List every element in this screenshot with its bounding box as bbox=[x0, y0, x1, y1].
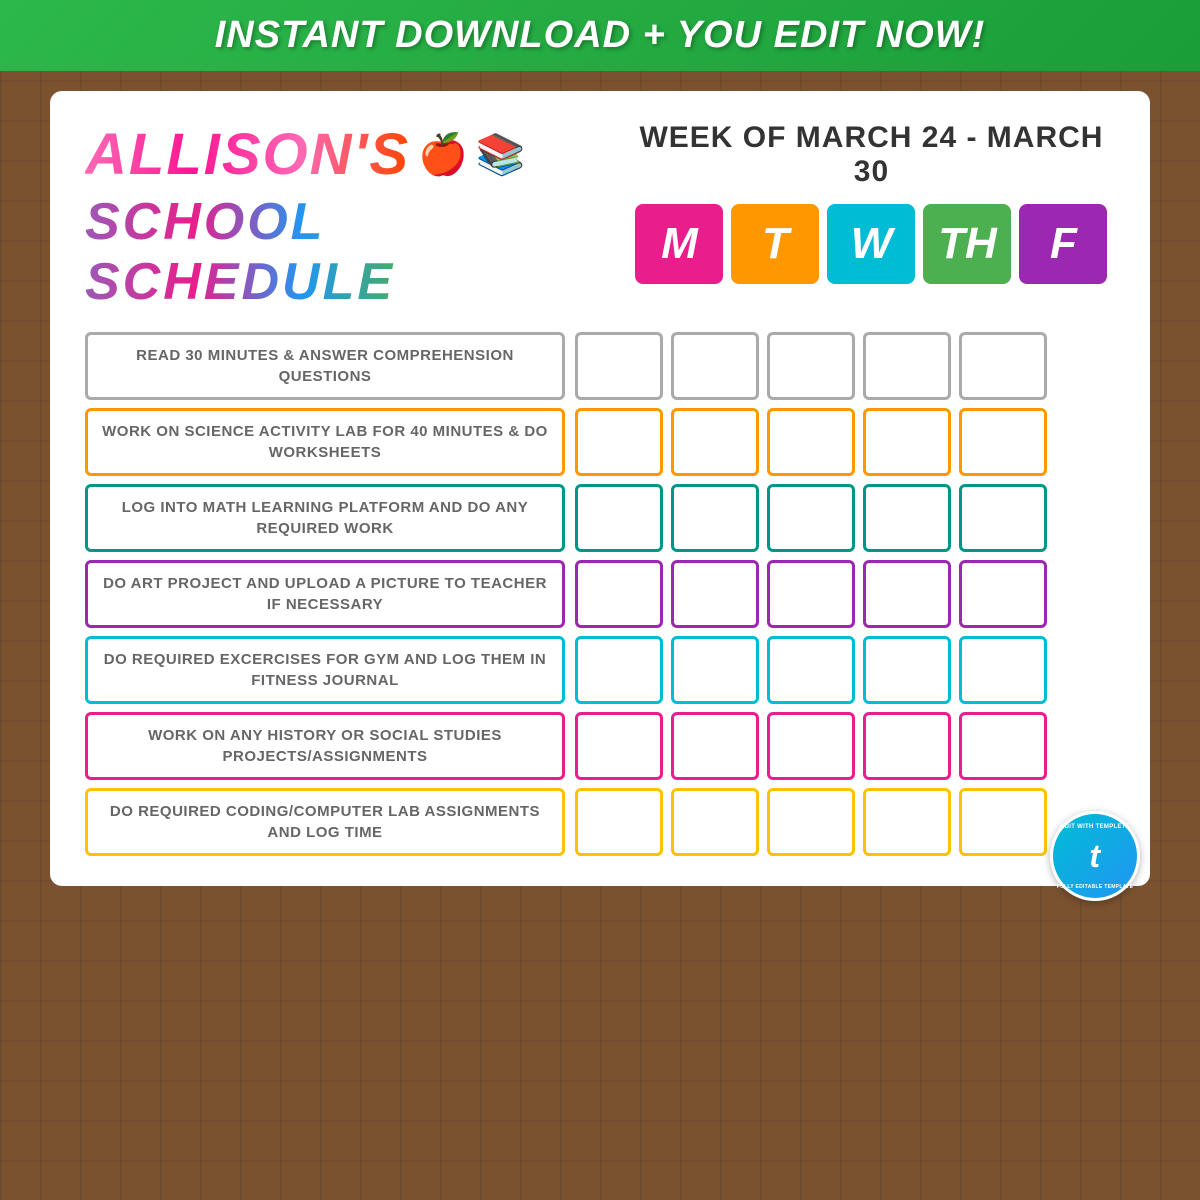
cell-5-wed[interactable] bbox=[767, 636, 855, 704]
day-wednesday: W bbox=[827, 204, 915, 284]
task-row-5: DO REQUIRED EXCERCISES FOR GYM AND LOG T… bbox=[85, 636, 1115, 704]
cell-5-fri[interactable] bbox=[959, 636, 1047, 704]
cell-7-mon[interactable] bbox=[575, 788, 663, 856]
banner-text: INSTANT DOWNLOAD + YOU EDIT NOW! bbox=[215, 14, 986, 56]
cell-2-tue[interactable] bbox=[671, 408, 759, 476]
allisons-line: ALLISON'S 🍎 📚 bbox=[85, 121, 628, 188]
cell-1-tue[interactable] bbox=[671, 332, 759, 400]
task-cells-1 bbox=[575, 332, 1047, 400]
cell-3-thu[interactable] bbox=[863, 484, 951, 552]
task-row-3: LOG INTO MATH LEARNING PLATFORM AND DO A… bbox=[85, 484, 1115, 552]
cell-7-fri[interactable] bbox=[959, 788, 1047, 856]
week-section: WEEK OF MARCH 24 - MARCH 30 M T W TH F bbox=[628, 121, 1115, 284]
cell-4-tue[interactable] bbox=[671, 560, 759, 628]
cell-3-tue[interactable] bbox=[671, 484, 759, 552]
badge-bottom-text: FULLY EDITABLE TEMPLATE bbox=[1053, 884, 1137, 890]
cell-7-tue[interactable] bbox=[671, 788, 759, 856]
main-card: ALLISON'S 🍎 📚 SCHOOL SCHEDULE WEEK OF MA… bbox=[50, 91, 1150, 886]
task-cells-5 bbox=[575, 636, 1047, 704]
task-label-1: READ 30 MINUTES & ANSWER COMPREHENSION Q… bbox=[85, 332, 565, 400]
cell-5-tue[interactable] bbox=[671, 636, 759, 704]
cell-3-fri[interactable] bbox=[959, 484, 1047, 552]
cell-3-wed[interactable] bbox=[767, 484, 855, 552]
day-monday: M bbox=[635, 204, 723, 284]
cell-6-wed[interactable] bbox=[767, 712, 855, 780]
banner: INSTANT DOWNLOAD + YOU EDIT NOW! bbox=[0, 0, 1200, 71]
allisons-text: ALLISON'S bbox=[85, 121, 410, 188]
task-label-2: WORK ON SCIENCE ACTIVITY LAB FOR 40 MINU… bbox=[85, 408, 565, 476]
day-headers: M T W TH F bbox=[628, 204, 1115, 284]
cell-6-thu[interactable] bbox=[863, 712, 951, 780]
schedule-text: SCHOOL SCHEDULE bbox=[85, 192, 628, 312]
cell-1-thu[interactable] bbox=[863, 332, 951, 400]
cell-1-fri[interactable] bbox=[959, 332, 1047, 400]
task-row-2: WORK ON SCIENCE ACTIVITY LAB FOR 40 MINU… bbox=[85, 408, 1115, 476]
cell-4-fri[interactable] bbox=[959, 560, 1047, 628]
books-icon: 📚 bbox=[476, 131, 526, 178]
cell-6-fri[interactable] bbox=[959, 712, 1047, 780]
cell-1-wed[interactable] bbox=[767, 332, 855, 400]
task-cells-3 bbox=[575, 484, 1047, 552]
cell-2-thu[interactable] bbox=[863, 408, 951, 476]
cell-5-thu[interactable] bbox=[863, 636, 951, 704]
day-friday: F bbox=[1019, 204, 1107, 284]
week-title: WEEK OF MARCH 24 - MARCH 30 bbox=[628, 121, 1115, 189]
cell-5-mon[interactable] bbox=[575, 636, 663, 704]
cell-1-mon[interactable] bbox=[575, 332, 663, 400]
cell-7-wed[interactable] bbox=[767, 788, 855, 856]
apple-icon: 🍎 bbox=[418, 131, 468, 178]
cell-4-thu[interactable] bbox=[863, 560, 951, 628]
task-label-6: WORK ON ANY HISTORY OR SOCIAL STUDIES PR… bbox=[85, 712, 565, 780]
cell-2-wed[interactable] bbox=[767, 408, 855, 476]
task-cells-7 bbox=[575, 788, 1047, 856]
task-row-1: READ 30 MINUTES & ANSWER COMPREHENSION Q… bbox=[85, 332, 1115, 400]
cell-4-mon[interactable] bbox=[575, 560, 663, 628]
day-thursday: TH bbox=[923, 204, 1011, 284]
cell-6-mon[interactable] bbox=[575, 712, 663, 780]
task-row-4: DO ART PROJECT AND UPLOAD A PICTURE TO T… bbox=[85, 560, 1115, 628]
templett-letter: t bbox=[1089, 840, 1100, 872]
header-row: ALLISON'S 🍎 📚 SCHOOL SCHEDULE WEEK OF MA… bbox=[85, 121, 1115, 312]
day-tuesday: T bbox=[731, 204, 819, 284]
task-label-5: DO REQUIRED EXCERCISES FOR GYM AND LOG T… bbox=[85, 636, 565, 704]
task-label-3: LOG INTO MATH LEARNING PLATFORM AND DO A… bbox=[85, 484, 565, 552]
cell-3-mon[interactable] bbox=[575, 484, 663, 552]
grid-section: READ 30 MINUTES & ANSWER COMPREHENSION Q… bbox=[85, 332, 1115, 856]
cell-2-fri[interactable] bbox=[959, 408, 1047, 476]
task-row-6: WORK ON ANY HISTORY OR SOCIAL STUDIES PR… bbox=[85, 712, 1115, 780]
cell-4-wed[interactable] bbox=[767, 560, 855, 628]
task-cells-2 bbox=[575, 408, 1047, 476]
task-label-4: DO ART PROJECT AND UPLOAD A PICTURE TO T… bbox=[85, 560, 565, 628]
task-label-7: DO REQUIRED CODING/COMPUTER LAB ASSIGNME… bbox=[85, 788, 565, 856]
title-section: ALLISON'S 🍎 📚 SCHOOL SCHEDULE bbox=[85, 121, 628, 312]
cell-7-thu[interactable] bbox=[863, 788, 951, 856]
cell-6-tue[interactable] bbox=[671, 712, 759, 780]
templett-badge: EDIT WITH templett t FULLY EDITABLE TEMP… bbox=[1050, 811, 1140, 901]
task-cells-4 bbox=[575, 560, 1047, 628]
task-row-7: DO REQUIRED CODING/COMPUTER LAB ASSIGNME… bbox=[85, 788, 1115, 856]
cell-2-mon[interactable] bbox=[575, 408, 663, 476]
badge-top-text: EDIT WITH templett bbox=[1053, 824, 1137, 830]
task-cells-6 bbox=[575, 712, 1047, 780]
